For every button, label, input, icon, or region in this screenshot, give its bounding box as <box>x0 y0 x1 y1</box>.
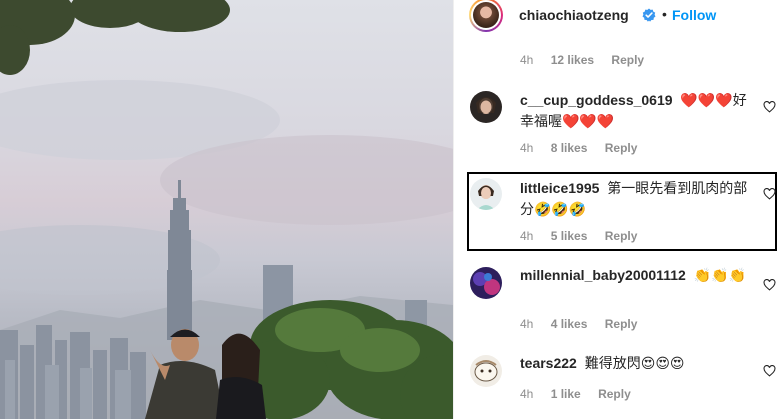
comment-likes[interactable]: 5 likes <box>551 229 588 243</box>
post-header: chiaochiaotzeng • Follow <box>454 0 781 34</box>
comment-time: 4h <box>520 317 534 331</box>
comment-text: 👏👏👏 <box>693 267 746 283</box>
commenter-username[interactable]: tears222 <box>520 355 577 371</box>
comment-text: 難得放閃😍😍😍 <box>584 355 685 371</box>
reply-button[interactable]: Reply <box>605 141 638 155</box>
heart-outline-icon[interactable] <box>763 101 776 113</box>
commenter-username[interactable]: littleice1995 <box>520 180 599 196</box>
follow-button[interactable]: Follow <box>672 7 716 23</box>
author-username[interactable]: chiaochiaotzeng <box>519 7 629 23</box>
photo-scene <box>0 0 453 419</box>
comment-likes[interactable]: 8 likes <box>551 141 588 155</box>
comment-time: 4h <box>520 229 534 243</box>
commenter-avatar[interactable] <box>470 178 502 210</box>
comment-likes[interactable]: 4 likes <box>551 317 588 331</box>
post-photo[interactable] <box>0 0 453 419</box>
heart-outline-icon[interactable] <box>763 365 776 377</box>
reply-button[interactable]: Reply <box>605 317 638 331</box>
comment-time: 4h <box>520 387 534 401</box>
verified-badge-icon <box>642 8 656 22</box>
commenter-username[interactable]: millennial_baby20001112 <box>520 267 686 283</box>
comments-panel: chiaochiaotzeng • Follow 4h 12 likes Rep… <box>453 0 781 419</box>
comment-likes[interactable]: 1 like <box>551 387 581 401</box>
comment-likes[interactable]: 12 likes <box>551 53 594 67</box>
author-avatar[interactable] <box>469 0 503 32</box>
comment-time: 4h <box>520 141 534 155</box>
comment-meta: 4h 8 likes Reply <box>520 141 651 155</box>
comment-meta: 4h 12 likes Reply <box>520 53 658 67</box>
comment-meta: 4h 4 likes Reply <box>520 317 651 331</box>
reply-button[interactable]: Reply <box>605 229 638 243</box>
comment-meta: 4h 5 likes Reply <box>520 229 651 243</box>
heart-outline-icon[interactable] <box>763 188 776 200</box>
comment-meta: 4h 1 like Reply <box>520 387 645 401</box>
commenter-username[interactable]: c__cup_goddess_0619 <box>520 92 673 108</box>
reply-button[interactable]: Reply <box>598 387 631 401</box>
commenter-avatar[interactable] <box>470 267 502 299</box>
separator-dot: • <box>662 6 667 22</box>
reply-button[interactable]: Reply <box>611 53 644 67</box>
comment-time: 4h <box>520 53 534 67</box>
heart-outline-icon[interactable] <box>763 279 776 291</box>
commenter-avatar[interactable] <box>470 91 502 123</box>
commenter-avatar[interactable] <box>470 355 502 387</box>
